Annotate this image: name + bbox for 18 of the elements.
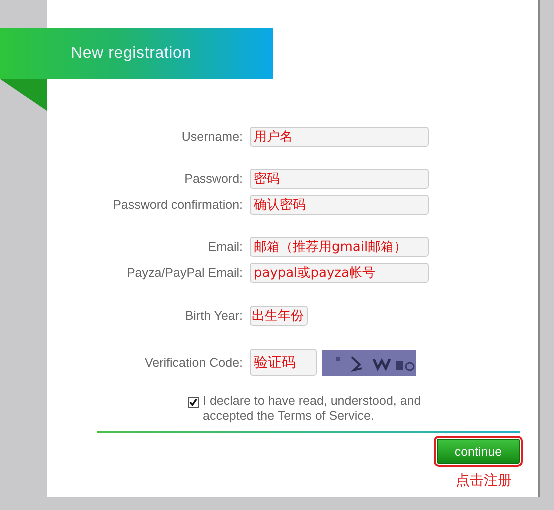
field-label: Birth Year: <box>184 309 243 323</box>
field-label: Verification Code: <box>144 356 243 370</box>
field-label: Payza/PayPal Email: <box>126 266 243 280</box>
input-field[interactable]: 密码 <box>250 169 429 189</box>
continue-button[interactable]: continue <box>437 439 520 464</box>
field-label: Username: <box>180 130 243 144</box>
input-field[interactable]: 出生年份 <box>250 306 308 326</box>
field-label: Password: <box>184 172 243 186</box>
terms-text: I declare to have read, understood, and accepted the Terms of Service. <box>203 394 422 424</box>
page-title: New registration <box>71 44 192 62</box>
input-field[interactable]: paypal或payza帐号 <box>250 263 429 283</box>
field-label: Password confirmation: <box>112 198 243 212</box>
input-field[interactable]: 邮箱（推荐用gmail邮箱） <box>250 237 429 257</box>
input-field[interactable]: 确认密码 <box>250 195 429 215</box>
annotation-text: 点击注册 <box>456 472 512 490</box>
field-label: Email: <box>207 240 243 254</box>
input-field[interactable]: 用户名 <box>250 127 429 147</box>
input-field[interactable]: 验证码 <box>250 349 317 376</box>
